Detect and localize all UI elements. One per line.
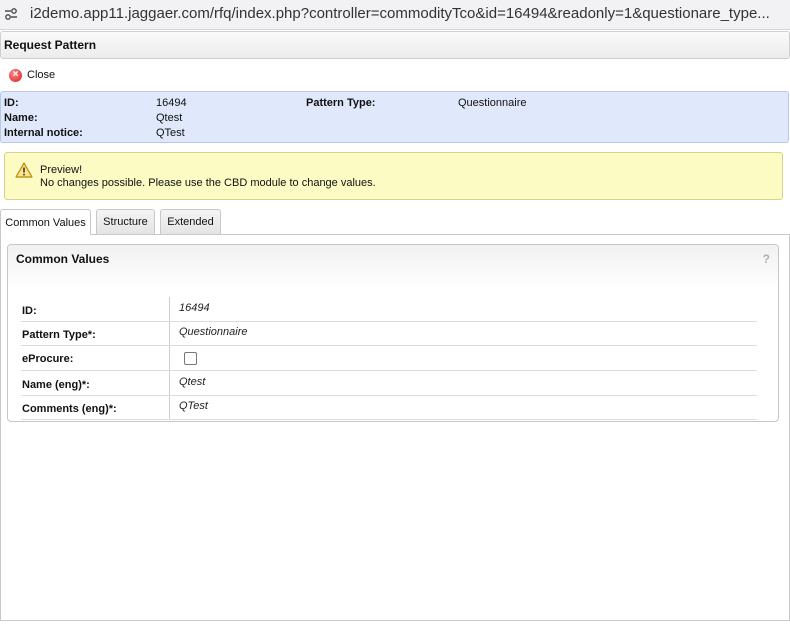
field-row-eprocure: eProcure: [21,345,757,371]
info-id-value: 16494 [156,97,187,109]
field-value: Qtest [179,376,206,388]
warning-title: Preview! [40,164,83,176]
info-pattern-type-label: Pattern Type: [306,97,376,109]
field-row-id: ID: 16494 [21,297,757,322]
field-label: Pattern Type*: [22,329,96,341]
warning-message: No changes possible. Please use the CBD … [40,177,376,189]
field-label: eProcure: [22,353,74,365]
window-title-bar: Request Pattern [0,31,790,59]
field-row-pattern-type: Pattern Type*: Questionnaire [21,321,757,346]
common-values-card: Common Values ? ID: 16494 Pattern Type*:… [7,244,779,422]
field-row-name: Name (eng)*: Qtest [21,371,757,396]
field-label: Name (eng)*: [22,379,90,391]
close-button-label: Close [27,69,56,81]
info-name-value: Qtest [156,112,183,124]
info-id-label: ID: [4,97,19,109]
tab-extended[interactable]: Extended [160,209,221,234]
tab-common-values[interactable]: Common Values [0,209,91,235]
field-value: 16494 [179,302,210,314]
tab-structure[interactable]: Structure [96,209,155,234]
warning-icon [15,162,33,178]
field-row-comments: Comments (eng)*: QTest [21,395,757,420]
field-label: ID: [22,305,37,317]
site-settings-icon[interactable] [4,7,18,21]
close-button[interactable]: × Close [9,67,55,83]
info-notice-value: QTest [156,127,185,139]
eprocure-checkbox[interactable] [184,352,197,365]
field-value: Questionnaire [179,326,248,338]
field-value: QTest [179,400,208,412]
browser-url-bar[interactable]: i2demo.app11.jaggaer.com/rfq/index.php?c… [0,0,790,30]
field-label: Comments (eng)*: [22,403,117,415]
card-title: Common Values [16,252,110,266]
card-header: Common Values ? [8,245,778,289]
window-title: Request Pattern [4,38,97,52]
preview-warning-box: Preview! No changes possible. Please use… [4,152,783,200]
pattern-info-box: ID: 16494 Name: Qtest Internal notice: Q… [0,91,789,143]
info-name-label: Name: [4,112,38,124]
url-text[interactable]: i2demo.app11.jaggaer.com/rfq/index.php?c… [30,5,770,22]
help-icon[interactable]: ? [763,252,770,266]
close-icon: × [9,68,22,82]
info-notice-label: Internal notice: [4,127,83,139]
info-pattern-type-value: Questionnaire [458,97,527,109]
